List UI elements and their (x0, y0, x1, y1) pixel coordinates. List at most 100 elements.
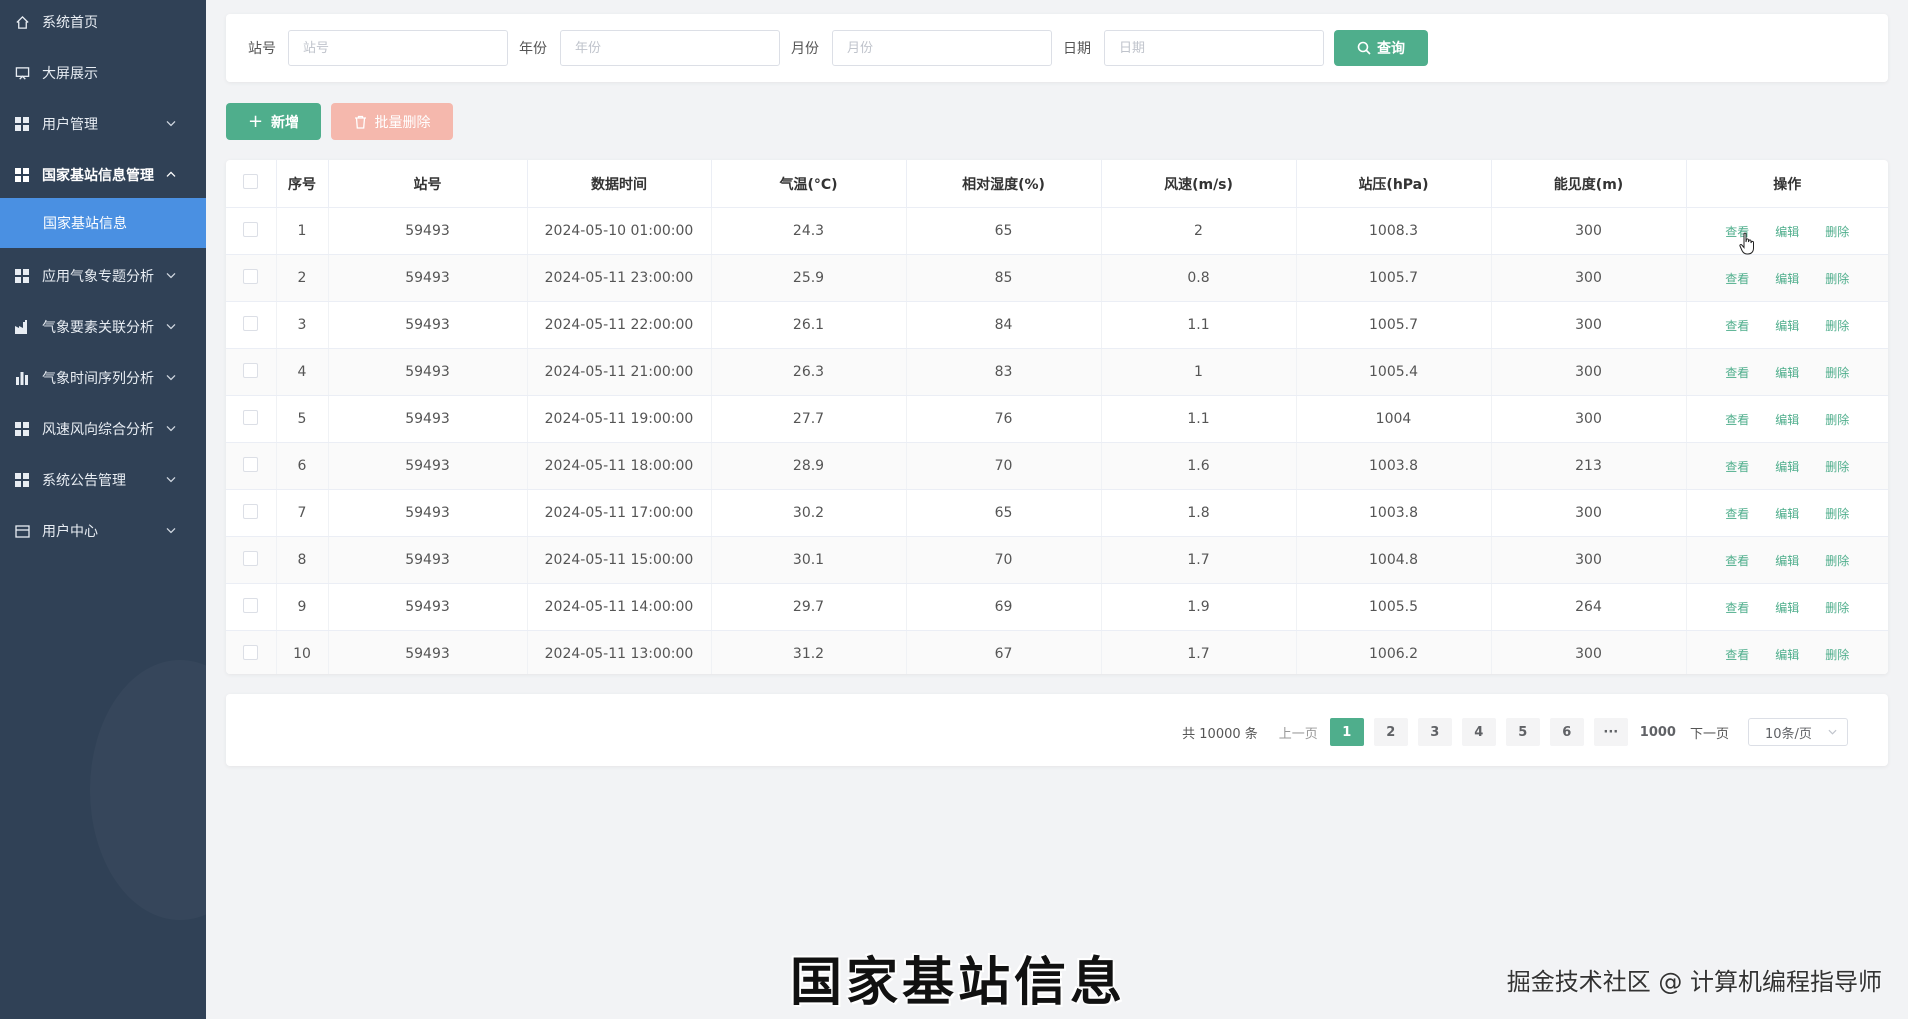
view-link[interactable]: 查看 (1725, 507, 1749, 521)
page-button[interactable]: 4 (1461, 718, 1496, 746)
table-cell: 2024-05-11 14:00:00 (527, 583, 712, 631)
table-cell: 76 (906, 395, 1102, 443)
view-link[interactable]: 查看 (1725, 554, 1749, 568)
chevron-down-icon (166, 470, 176, 486)
view-link[interactable]: 查看 (1725, 366, 1749, 380)
prev-page-button[interactable]: 上一页 (1277, 718, 1320, 746)
delete-link[interactable]: 删除 (1825, 554, 1849, 568)
page-button[interactable]: 2 (1373, 718, 1408, 746)
page-button[interactable]: 5 (1505, 718, 1540, 746)
row-checkbox-cell[interactable] (226, 630, 277, 674)
delete-link[interactable]: 删除 (1825, 319, 1849, 333)
row-checkbox-cell[interactable] (226, 207, 277, 255)
sidebar-item-time-series-analysis[interactable]: 气象时间序列分析 (0, 353, 206, 403)
table-cell: 300 (1491, 254, 1687, 302)
delete-link[interactable]: 删除 (1825, 366, 1849, 380)
add-button[interactable]: + 新增 (226, 103, 321, 140)
delete-link[interactable]: 删除 (1825, 413, 1849, 427)
delete-link[interactable]: 删除 (1825, 272, 1849, 286)
view-link[interactable]: 查看 (1725, 648, 1749, 662)
sidebar-item-correlation-analysis[interactable]: 气象要素关联分析 (0, 302, 206, 352)
view-link[interactable]: 查看 (1725, 413, 1749, 427)
edit-link[interactable]: 编辑 (1775, 554, 1799, 568)
row-checkbox-cell[interactable] (226, 442, 277, 490)
sidebar-subitem-station-info[interactable]: 国家基站信息 (0, 198, 206, 248)
edit-link[interactable]: 编辑 (1775, 319, 1799, 333)
column-header: 序号 (276, 160, 329, 208)
row-checkbox[interactable] (243, 221, 259, 237)
row-checkbox-cell[interactable] (226, 301, 277, 349)
edit-link[interactable]: 编辑 (1775, 507, 1799, 521)
date-input[interactable] (1104, 30, 1324, 66)
row-checkbox-cell[interactable] (226, 489, 277, 537)
sidebar-subitem-label: 国家基站信息 (43, 216, 127, 232)
page-size-select[interactable]: 10条/页 (1748, 718, 1848, 746)
table-cell: 4 (276, 348, 329, 396)
row-checkbox[interactable] (243, 550, 259, 566)
table-cell: 24.3 (711, 207, 907, 255)
row-actions: 查看 编辑 删除 (1686, 348, 1888, 396)
row-checkbox-cell[interactable] (226, 395, 277, 443)
page-button[interactable]: 3 (1417, 718, 1452, 746)
sidebar-item-applied-analysis[interactable]: 应用气象专题分析 (0, 251, 206, 301)
edit-link[interactable]: 编辑 (1775, 460, 1799, 474)
sidebar-item-user-management[interactable]: 用户管理 (0, 99, 206, 149)
sidebar-item-home[interactable]: 系统首页 (0, 0, 206, 47)
delete-link[interactable]: 删除 (1825, 507, 1849, 521)
row-checkbox[interactable] (243, 268, 259, 284)
page-button[interactable]: 1000 (1638, 718, 1678, 746)
row-checkbox[interactable] (243, 315, 259, 331)
edit-link[interactable]: 编辑 (1775, 413, 1799, 427)
column-header: 能见度(m) (1491, 160, 1687, 208)
table-cell: 2024-05-10 01:00:00 (527, 207, 712, 255)
row-checkbox-cell[interactable] (226, 536, 277, 584)
query-button[interactable]: 查询 (1334, 30, 1428, 66)
batch-delete-button[interactable]: 批量删除 (331, 103, 453, 140)
plus-icon: + (247, 111, 264, 132)
page-button[interactable]: 1 (1329, 718, 1364, 746)
table-cell: 70 (906, 536, 1102, 584)
edit-link[interactable]: 编辑 (1775, 225, 1799, 239)
delete-link[interactable]: 删除 (1825, 601, 1849, 615)
table-cell: 67 (906, 630, 1102, 674)
sidebar-item-station-management[interactable]: 国家基站信息管理 (0, 150, 206, 200)
station-id-input[interactable] (288, 30, 508, 66)
year-input[interactable] (560, 30, 780, 66)
row-checkbox[interactable] (243, 362, 259, 378)
edit-link[interactable]: 编辑 (1775, 366, 1799, 380)
page-button[interactable]: 6 (1549, 718, 1584, 746)
table-cell: 1006.2 (1296, 630, 1492, 674)
row-checkbox-cell[interactable] (226, 254, 277, 302)
sidebar-item-big-screen[interactable]: 大屏展示 (0, 48, 206, 98)
more-pages-button[interactable]: ··· (1593, 718, 1628, 746)
select-all-checkbox-cell[interactable] (226, 160, 277, 208)
row-checkbox-cell[interactable] (226, 348, 277, 396)
factory-icon (14, 319, 30, 335)
sidebar-item-user-center[interactable]: 用户中心 (0, 506, 206, 556)
row-checkbox[interactable] (243, 644, 259, 660)
view-link[interactable]: 查看 (1725, 319, 1749, 333)
view-link[interactable]: 查看 (1725, 272, 1749, 286)
next-page-button[interactable]: 下一页 (1688, 718, 1731, 746)
sidebar: 系统首页 大屏展示 用户管理 国家基站信息管理 国家基站信息 应用气象专题分析 (0, 0, 206, 1019)
sidebar-item-announcement-management[interactable]: 系统公告管理 (0, 455, 206, 505)
edit-link[interactable]: 编辑 (1775, 601, 1799, 615)
search-panel: 站号 年份 月份 日期 查询 (226, 14, 1888, 82)
row-checkbox[interactable] (243, 503, 259, 519)
sidebar-item-wind-analysis[interactable]: 风速风向综合分析 (0, 404, 206, 454)
table-cell: 1.8 (1101, 489, 1297, 537)
row-checkbox[interactable] (243, 597, 259, 613)
column-header: 相对湿度(%) (906, 160, 1102, 208)
select-all-checkbox[interactable] (243, 174, 259, 189)
delete-link[interactable]: 删除 (1825, 648, 1849, 662)
month-input[interactable] (832, 30, 1052, 66)
delete-link[interactable]: 删除 (1825, 225, 1849, 239)
delete-link[interactable]: 删除 (1825, 460, 1849, 474)
row-checkbox[interactable] (243, 456, 259, 472)
edit-link[interactable]: 编辑 (1775, 648, 1799, 662)
view-link[interactable]: 查看 (1725, 601, 1749, 615)
row-checkbox[interactable] (243, 409, 259, 425)
row-checkbox-cell[interactable] (226, 583, 277, 631)
view-link[interactable]: 查看 (1725, 460, 1749, 474)
edit-link[interactable]: 编辑 (1775, 272, 1799, 286)
